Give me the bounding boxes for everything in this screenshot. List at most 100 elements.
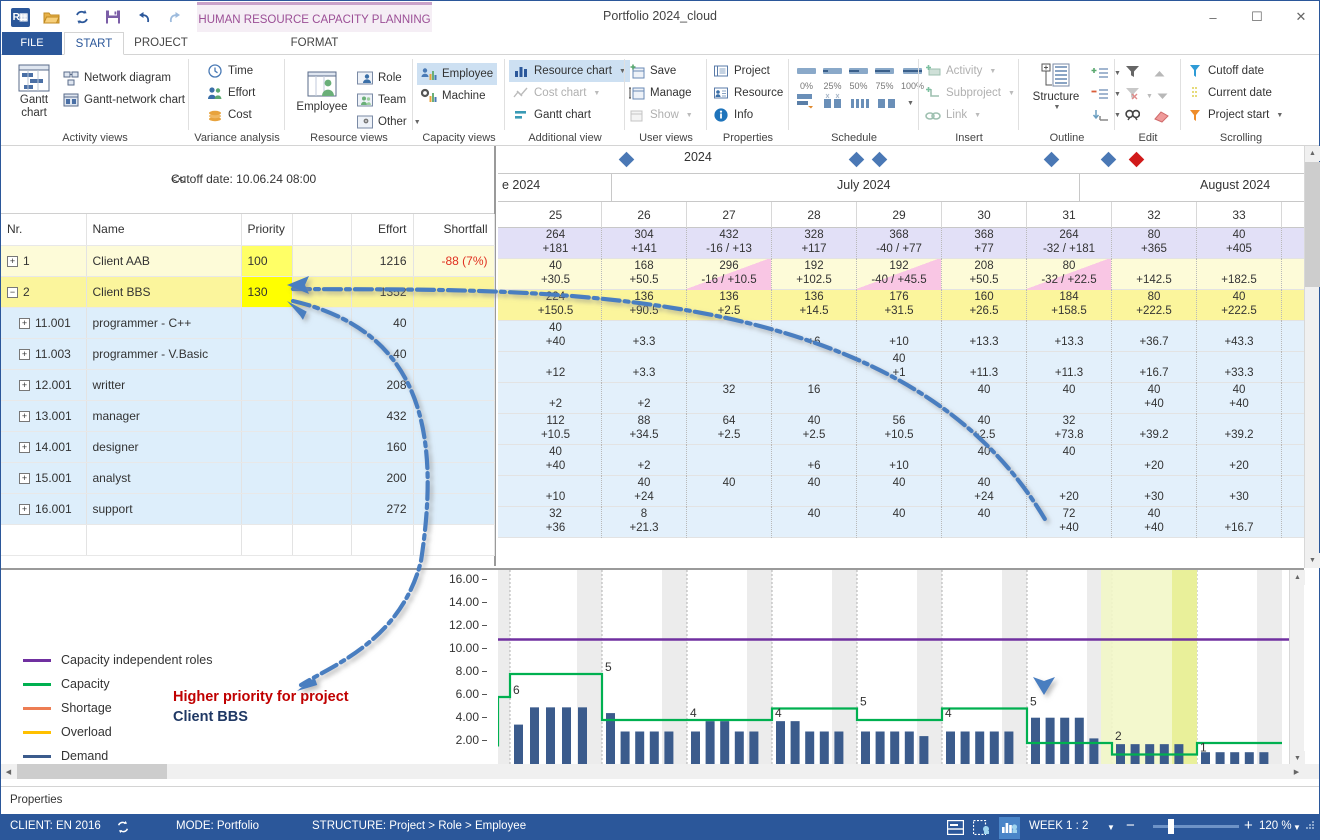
timeline-cell[interactable]: +36.7	[1112, 321, 1197, 352]
timeline-cell[interactable]: 40 +24	[602, 476, 687, 507]
timeline-cell[interactable]: +16.7	[1197, 507, 1282, 538]
demand-bar[interactable]	[720, 721, 730, 766]
week-scale-label[interactable]: WEEK 1 : 2	[1029, 820, 1088, 832]
timeline-cell[interactable]: 40	[1027, 445, 1112, 476]
scroll-left-button[interactable]: <<	[171, 172, 185, 186]
row-name-cell[interactable]: designer	[86, 431, 242, 463]
column-header-blank[interactable]	[292, 214, 352, 246]
timeline-cell[interactable]: +10	[857, 445, 942, 476]
cutoff-date-button[interactable]: Cutoff date	[1187, 60, 1283, 82]
employee-button[interactable]: Employee	[291, 71, 353, 114]
demand-bar[interactable]	[975, 731, 985, 767]
timeline-row[interactable]: 40 +40 +2 +6 +10 40 40 +20 +20	[498, 445, 1304, 476]
timeline-cell[interactable]: 40 +40	[510, 321, 602, 352]
timeline-cell[interactable]	[857, 383, 942, 414]
demand-bar[interactable]	[635, 731, 645, 767]
schedule-split-icon[interactable]	[824, 93, 843, 114]
row-shortfall-cell[interactable]	[413, 338, 495, 370]
demand-bar[interactable]	[562, 707, 571, 766]
timeline-cell[interactable]: +20	[1197, 445, 1282, 476]
timeline-cell[interactable]: 32 +36	[510, 507, 602, 538]
zoom-out-button[interactable]: −	[1126, 817, 1135, 834]
table-row[interactable]: +14.001 designer 160	[1, 431, 495, 463]
timeline-cell[interactable]: 40 +1	[857, 352, 942, 383]
row-name-cell[interactable]: writter	[86, 369, 242, 401]
timeline-cell[interactable]: 160 +26.5	[942, 290, 1027, 321]
row-nr-cell[interactable]: +13.001	[1, 400, 87, 432]
demand-bar[interactable]	[1060, 717, 1070, 766]
row-priority-cell[interactable]	[241, 369, 293, 401]
row-name-cell[interactable]: programmer - V.Basic	[86, 338, 242, 370]
timeline-cell[interactable]: 40	[687, 476, 772, 507]
week-header[interactable]: 29	[857, 202, 942, 228]
gantt-network-chart-button[interactable]: Gantt-network chart	[63, 89, 185, 111]
schedule-0-button[interactable]: 0%	[797, 63, 816, 91]
timeline-cell[interactable]: 192 -40 / +45.5	[857, 259, 942, 290]
row-name-cell[interactable]: manager	[86, 400, 242, 432]
week-header[interactable]: 28	[772, 202, 857, 228]
manage-view-button[interactable]: Manage	[629, 82, 693, 104]
properties-label[interactable]: Properties	[10, 794, 62, 806]
minimize-button[interactable]: –	[1201, 7, 1225, 27]
week-header[interactable]: 27	[687, 202, 772, 228]
row-blank-cell[interactable]	[292, 369, 352, 401]
row-effort-cell[interactable]: 1216	[351, 245, 414, 277]
demand-bar[interactable]	[1074, 717, 1084, 766]
timeline-cell[interactable]: 72 +40	[1027, 507, 1112, 538]
timeline-cell[interactable]: +16.7	[1112, 352, 1197, 383]
timeline-cell[interactable]: +182.5	[1197, 259, 1282, 290]
timeline-cell[interactable]: 368 -40 / +77	[857, 228, 942, 259]
gantt-chart-additional-button[interactable]: Gantt chart	[509, 104, 630, 126]
chart-vertical-scrollbar[interactable]: ▲ ▼	[1289, 570, 1305, 766]
row-priority-cell[interactable]	[241, 400, 293, 432]
timeline-cell[interactable]: +30	[1197, 476, 1282, 507]
project-start-dropdown-icon[interactable]: ▼	[1276, 112, 1283, 119]
row-name-cell[interactable]: Client AAB	[86, 245, 242, 277]
row-nr-cell[interactable]: +14.001	[1, 431, 87, 463]
timeline-cell[interactable]: +20	[1027, 476, 1112, 507]
timeline-cell[interactable]: 16	[772, 383, 857, 414]
schedule-50-button[interactable]: 50%	[849, 63, 868, 91]
timeline-cell[interactable]: 368 +77	[942, 228, 1027, 259]
timeline-row[interactable]: 112 +10.5 88 +34.5 64 +2.5 40 +2.5 56 +10.5 40 +2.5…	[498, 414, 1304, 445]
row-effort-cell[interactable]: 208	[351, 369, 414, 401]
table-row[interactable]: +16.001 support 272	[1, 493, 495, 525]
timeline-row[interactable]: 264 +181 304 +141 432 -16 / +13 328 +117 368 -40 …	[498, 228, 1304, 259]
table-row[interactable]: +1 Client AAB 100 1216 -88 (7%)	[1, 245, 495, 277]
timeline-cell[interactable]: 176 +31.5	[857, 290, 942, 321]
row-priority-cell[interactable]: 130	[241, 276, 293, 308]
row-effort-cell[interactable]: 160	[351, 431, 414, 463]
week-header[interactable]: 26	[602, 202, 687, 228]
row-nr-cell[interactable]: −2	[1, 276, 87, 308]
row-blank-cell[interactable]	[292, 245, 352, 277]
hscroll-right-arrow[interactable]: ▶	[1289, 764, 1304, 779]
find-icon[interactable]	[1125, 108, 1141, 128]
schedule-25-button[interactable]: 25%	[823, 63, 842, 91]
row-effort-cell[interactable]: 1352	[351, 276, 414, 308]
time-button[interactable]: Time	[207, 60, 255, 82]
row-shortfall-cell[interactable]	[413, 431, 495, 463]
timeline-cell[interactable]: 40 +40	[510, 445, 602, 476]
week-header[interactable]: 31	[1027, 202, 1112, 228]
timeline-cell[interactable]: 32	[687, 383, 772, 414]
chart-plot-area[interactable]: 6 5 4 4 5 4 5 2 1	[498, 570, 1304, 766]
timeline-cell[interactable]: 192 +102.5	[772, 259, 857, 290]
timeline-cell[interactable]: +6	[772, 445, 857, 476]
zoom-slider[interactable]	[1153, 825, 1239, 828]
row-name-cell[interactable]: Client BBS	[86, 276, 242, 308]
row-priority-cell[interactable]	[241, 431, 293, 463]
expander-icon[interactable]: +	[19, 348, 30, 360]
hscroll-left-arrow[interactable]: ◀	[1, 764, 16, 779]
timeline-cell[interactable]: +3.3	[602, 352, 687, 383]
row-priority-cell[interactable]	[241, 493, 293, 525]
structure-button[interactable]: Structure ▼	[1025, 63, 1087, 112]
row-shortfall-cell[interactable]	[413, 462, 495, 494]
row-blank-cell[interactable]	[292, 431, 352, 463]
window-controls[interactable]: – ☐ ✕	[1201, 7, 1313, 27]
demand-bar[interactable]	[875, 731, 885, 767]
tab-format[interactable]: FORMAT	[197, 32, 432, 55]
zoom-in-button[interactable]: +	[1244, 817, 1253, 834]
row-effort-cell[interactable]: 432	[351, 400, 414, 432]
timeline-cell[interactable]: 8 +21.3	[602, 507, 687, 538]
demand-bar[interactable]	[691, 731, 700, 767]
